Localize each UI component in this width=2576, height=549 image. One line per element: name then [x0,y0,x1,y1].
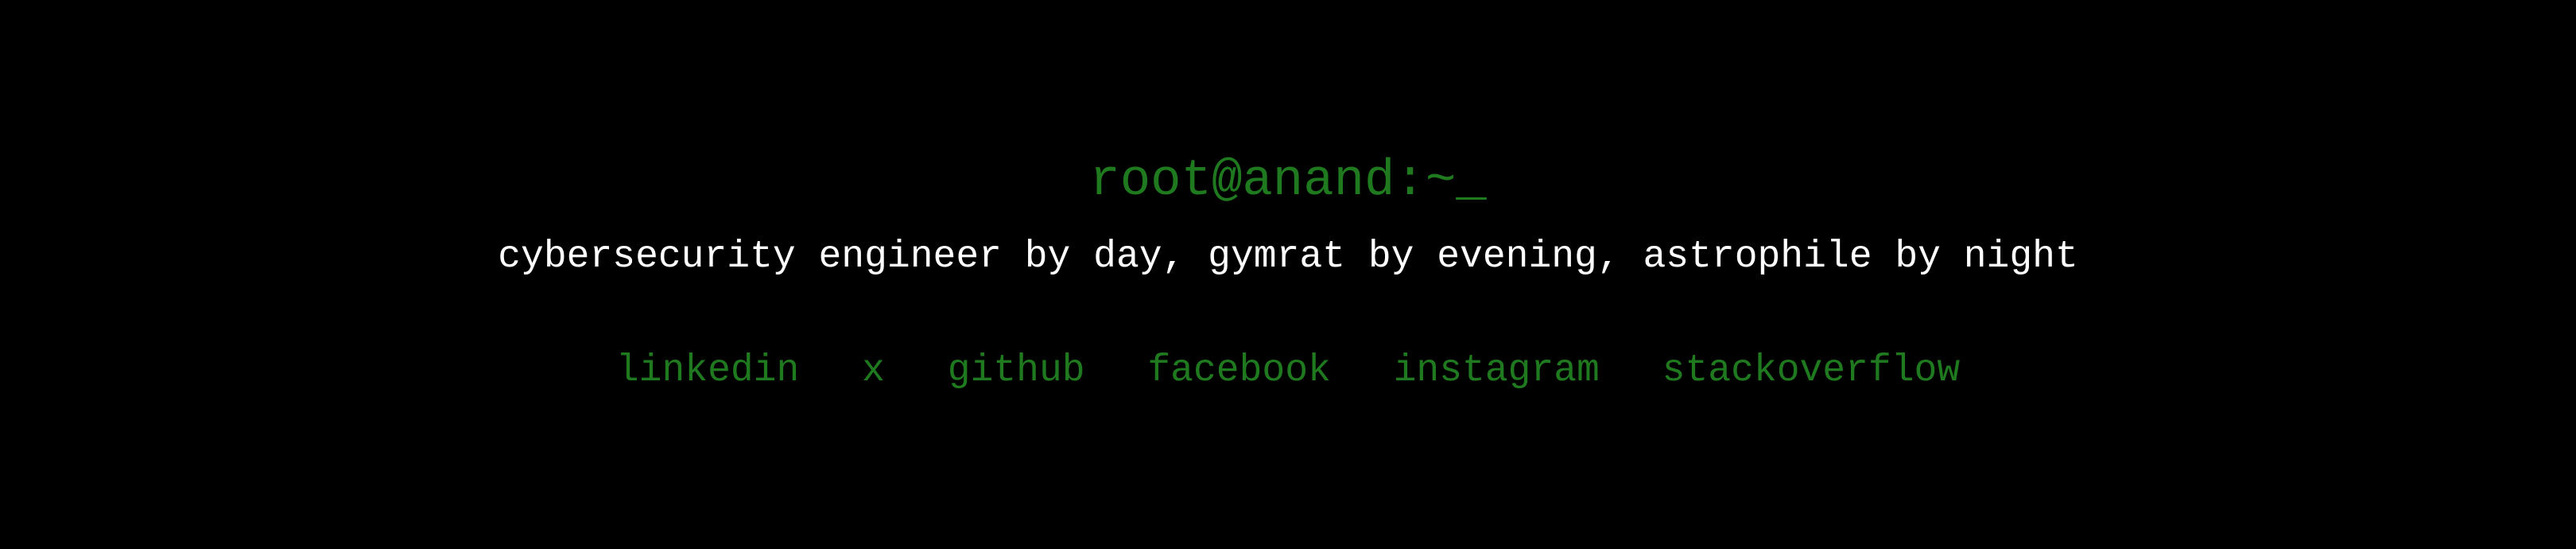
tagline: cybersecurity engineer by day, gymrat by… [498,236,2078,278]
facebook-link[interactable]: facebook [1147,352,1330,390]
instagram-link[interactable]: instagram [1394,352,1600,390]
terminal-prompt-title: root@anand:~_ [1089,153,1487,210]
stackoverflow-link[interactable]: stackoverflow [1662,352,1960,390]
x-link[interactable]: x [862,352,885,390]
page: root@anand:~_ cybersecurity engineer by … [0,0,2576,549]
github-link[interactable]: github [948,352,1085,390]
social-links: linkedin x github facebook instagram sta… [0,352,2576,390]
linkedin-link[interactable]: linkedin [616,352,799,390]
